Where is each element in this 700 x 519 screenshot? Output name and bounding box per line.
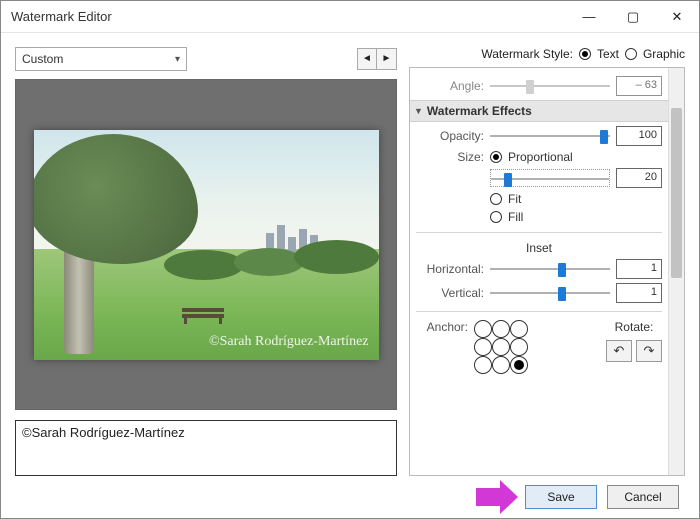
- style-text-label: Text: [597, 47, 619, 61]
- close-button[interactable]: ✕: [655, 2, 699, 32]
- inset-header: Inset: [416, 241, 662, 255]
- footer: Save Cancel: [1, 476, 699, 518]
- effects-panel: Angle: – 63 ▼ Watermark Effects Opacity:: [409, 67, 685, 476]
- size-fill-radio[interactable]: [490, 211, 502, 223]
- opacity-value[interactable]: 100: [616, 126, 662, 146]
- save-button[interactable]: Save: [525, 485, 597, 509]
- preview-photo: ©Sarah Rodríguez-Martínez: [34, 130, 379, 360]
- anchor-mc[interactable]: [492, 338, 510, 356]
- style-graphic-label: Graphic: [643, 47, 685, 61]
- watermark-text-value: ©Sarah Rodríguez-Martínez: [22, 425, 185, 440]
- minimize-button[interactable]: —: [567, 2, 611, 32]
- preset-value: Custom: [22, 52, 63, 66]
- inset-vert-label: Vertical:: [416, 286, 484, 300]
- anchor-label: Anchor:: [416, 320, 468, 334]
- prev-preset-button[interactable]: ◄: [357, 48, 377, 70]
- anchor-bc[interactable]: [492, 356, 510, 374]
- rotate-cw-button[interactable]: ↷: [636, 340, 662, 362]
- anchor-tr[interactable]: [510, 320, 528, 338]
- size-proportional-label: Proportional: [508, 150, 573, 164]
- disclosure-triangle-icon: ▼: [414, 106, 423, 116]
- angle-slider[interactable]: [490, 79, 610, 93]
- inset-horiz-label: Horizontal:: [416, 262, 484, 276]
- size-label: Size:: [416, 150, 484, 164]
- style-graphic-radio[interactable]: [625, 48, 637, 60]
- size-fill-label: Fill: [508, 210, 523, 224]
- left-column: Custom ▾ ◄ ►: [15, 47, 397, 476]
- anchor-bl[interactable]: [474, 356, 492, 374]
- opacity-slider[interactable]: [490, 129, 610, 143]
- opacity-label: Opacity:: [416, 129, 484, 143]
- size-slider[interactable]: [490, 169, 610, 187]
- angle-value[interactable]: – 63: [616, 76, 662, 96]
- scrollbar-thumb[interactable]: [671, 108, 682, 278]
- size-proportional-radio[interactable]: [490, 151, 502, 163]
- size-fit-radio[interactable]: [490, 193, 502, 205]
- chevron-down-icon: ▾: [175, 54, 180, 65]
- anchor-mr[interactable]: [510, 338, 528, 356]
- anchor-ml[interactable]: [474, 338, 492, 356]
- size-fit-label: Fit: [508, 192, 521, 206]
- titlebar: Watermark Editor — ▢ ✕: [1, 1, 699, 33]
- inset-vert-value[interactable]: 1: [616, 283, 662, 303]
- inset-horiz-slider[interactable]: [490, 262, 610, 276]
- preset-nav: ◄ ►: [357, 48, 397, 70]
- right-column: Watermark Style: Text Graphic Angle: – 6…: [409, 47, 685, 476]
- inset-horiz-value[interactable]: 1: [616, 259, 662, 279]
- style-row: Watermark Style: Text Graphic: [409, 47, 685, 61]
- style-label: Watermark Style:: [481, 47, 573, 61]
- body: Custom ▾ ◄ ►: [1, 33, 699, 476]
- next-preset-button[interactable]: ►: [377, 48, 397, 70]
- anchor-grid: [474, 320, 528, 374]
- angle-label: Angle:: [416, 79, 484, 93]
- anchor-tl[interactable]: [474, 320, 492, 338]
- window-title: Watermark Editor: [11, 9, 567, 24]
- cancel-button[interactable]: Cancel: [607, 485, 679, 509]
- preview-area: ©Sarah Rodríguez-Martínez: [15, 79, 397, 410]
- size-value[interactable]: 20: [616, 168, 662, 188]
- anchor-br[interactable]: [510, 356, 528, 374]
- style-text-radio[interactable]: [579, 48, 591, 60]
- anchor-tc[interactable]: [492, 320, 510, 338]
- watermark-editor-window: Watermark Editor — ▢ ✕ Custom ▾ ◄ ►: [0, 0, 700, 519]
- arrow-callout-icon: [476, 480, 518, 514]
- maximize-button[interactable]: ▢: [611, 2, 655, 32]
- window-controls: — ▢ ✕: [567, 2, 699, 32]
- rotate-label: Rotate:: [606, 320, 662, 334]
- watermark-overlay-text: ©Sarah Rodríguez-Martínez: [209, 334, 369, 350]
- effects-header[interactable]: ▼ Watermark Effects: [410, 100, 668, 122]
- panel-scrollbar[interactable]: [668, 68, 684, 475]
- preset-dropdown[interactable]: Custom ▾: [15, 47, 187, 71]
- rotate-ccw-button[interactable]: ↶: [606, 340, 632, 362]
- watermark-text-input[interactable]: ©Sarah Rodríguez-Martínez: [15, 420, 397, 476]
- inset-vert-slider[interactable]: [490, 286, 610, 300]
